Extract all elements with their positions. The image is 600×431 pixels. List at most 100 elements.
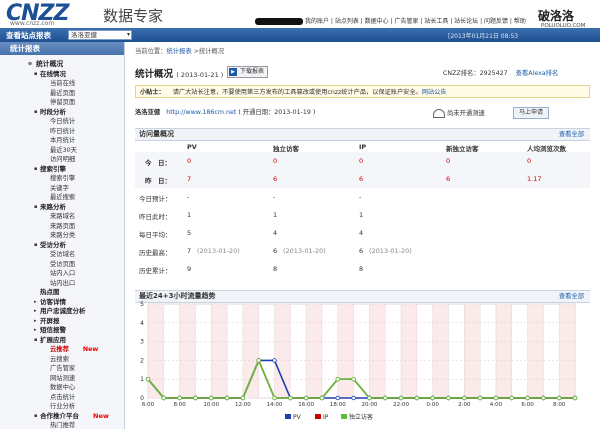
column-header: PV [187,143,197,151]
page-title: 统计概况 ( 2013-01-21 ) [135,66,223,80]
tree-toggle-icon[interactable]: ▪ [34,412,37,422]
data-point [493,395,499,401]
sidebar-item[interactable]: 受访域名 [0,250,124,260]
sidebar-item[interactable]: 热门推荐 [0,421,124,431]
x-tick-label: 6:00 [521,402,534,408]
table-cell-nuv: 6 [446,175,451,183]
nav-bar: 查看站点报表 洛洛亚健 ▾ [2013年01月21日 08:53 [0,28,600,42]
x-tick-label: 8:00 [553,402,566,408]
table-cell-ip: 8 [359,265,364,273]
sidebar-item[interactable]: 关键字 [0,184,124,194]
breadcrumb-link[interactable]: 统计报表 [166,48,191,55]
y-tick-label: 5 [140,301,144,308]
sidebar-item[interactable]: 停留页面 [0,98,124,108]
sidebar-item[interactable]: 访问明细 [0,155,124,165]
sidebar-item[interactable]: ▪ 在线情况 [0,70,124,80]
row-label: 昨日此时： [139,213,172,221]
sidebar-item[interactable]: 热点图 [0,288,124,298]
sidebar-item[interactable]: ▸ 用户忠诚度分析 [0,307,124,317]
download-report-button[interactable]: ▶ 下载报表 [227,66,269,78]
sidebar-item[interactable]: ▸ 开屏报 [0,317,124,327]
table-cell-ip: 4 [359,229,364,237]
column-header: IP [359,143,367,151]
apply-now-button[interactable]: 马上申请 [513,107,550,119]
sidebar-item[interactable]: 当前在线 [0,79,124,89]
sidebar-item[interactable]: ▪ 搜索引擎 [0,165,124,175]
overview-view-all-link[interactable]: 查看全部 [559,129,584,140]
sidebar-item[interactable]: ▪ 受访分析 [0,241,124,251]
sidebar-item[interactable]: 搜索引擎 [0,174,124,184]
top-links-text[interactable]: 我的账户 | 站点列表 | 数据中心 | 广告管家 | 站长工具 | 站长论坛 … [305,18,526,25]
sidebar-item[interactable]: 云推荐 New [0,345,124,355]
breadcrumb-prefix: 当前位置： [135,48,167,55]
sidebar-item[interactable]: 点击统计 [0,393,124,403]
row-label: 历史最高： [139,249,172,257]
top-links[interactable]: 我的账户 | 站点列表 | 数据中心 | 广告管家 | 站长工具 | 站长论坛 … [255,16,526,25]
row-label: 每日平均： [139,231,172,239]
site-select[interactable]: 洛洛亚健 ▾ [68,30,132,40]
data-point [224,395,230,401]
sidebar-item[interactable]: 受访页面 [0,260,124,270]
alexa-rank-link[interactable]: 查看Alexa排名 [516,70,559,77]
table-cell-pv: 1 [187,211,192,219]
sidebar-item[interactable]: 网站测速 [0,374,124,384]
sidebar-item[interactable]: 行业分析 [0,402,124,412]
data-point [509,395,514,401]
tree-toggle-icon[interactable]: ▸ [34,326,37,336]
sidebar-item[interactable]: 站内出口 [0,279,124,289]
logo-title: 数据专家 [103,7,164,25]
sidebar-item-label: 受访分析 [40,240,66,249]
announcement-link[interactable]: 网站公告 [422,89,447,96]
sidebar-item-label: 搜索引擎 [50,175,76,182]
sidebar-item[interactable]: 昨日统计 [0,127,124,137]
sidebar-item[interactable]: ⊖ 统计概况 [0,60,124,70]
tree-toggle-icon[interactable]: ▸ [34,298,37,308]
sidebar-item-label: 时段分析 [40,107,66,116]
sidebar-item[interactable]: 最近30天 [0,146,124,156]
data-point [462,395,467,401]
data-point [319,395,325,401]
sidebar-item[interactable]: 来路域名 [0,212,124,222]
tree-toggle-icon[interactable]: ▪ [34,108,37,118]
y-tick-label: 1 [140,376,144,383]
sidebar-item[interactable]: 数据中心 [0,383,124,393]
sidebar-item[interactable]: ▸ 短信报警 [0,326,124,336]
sidebar-item[interactable]: 来路页面 [0,222,124,232]
sidebar-item[interactable]: ▸ 访客详情 [0,298,124,308]
sidebar-item-label: 来路分析 [40,202,66,211]
sidebar-item[interactable]: 站内入口 [0,269,124,279]
tree-toggle-icon[interactable]: ▸ [34,317,37,327]
tree-toggle-icon[interactable]: ▪ [34,70,37,80]
grid-band [369,304,386,398]
sidebar-item[interactable]: 最近搜索 [0,193,124,203]
sidebar-item[interactable]: ▪ 扩展应用 [0,336,124,346]
sidebar-item[interactable]: 最近页面 [0,89,124,99]
data-point [351,376,356,382]
sidebar-item[interactable]: 今日统计 [0,117,124,127]
tree-toggle-icon[interactable]: ▸ [34,307,37,317]
sidebar-item[interactable]: ▪ 合作推介平台 New [0,412,124,422]
row-label: 今 日： [145,159,171,167]
tree-toggle-icon[interactable]: ▪ [34,241,37,251]
tree-toggle-icon[interactable]: ▪ [34,336,37,346]
sidebar-item[interactable]: ▪ 时段分析 [0,108,124,118]
site-url-link[interactable]: http://www.186cm.net [166,109,236,116]
sidebar-item[interactable]: ▪ 来路分析 [0,203,124,213]
sidebar-item[interactable]: 来路分类 [0,231,124,241]
record-date: (2013-01-20) [283,247,326,255]
x-tick-label: 16:00 [298,402,314,408]
tree-toggle-icon[interactable]: ▪ [34,203,37,213]
sidebar-item-label: 热点图 [40,288,60,296]
logo-subtitle: www.cnzz.com [10,20,55,27]
sidebar-item[interactable]: 云搜索 [0,355,124,365]
overview-panel-header: 访问量概况 查看全部 [135,128,590,141]
tree-toggle-icon[interactable]: ▪ [34,165,37,175]
tip-banner: 小贴士： 请广大站长注意，不要使用第三方发布的工具篡改或使用cnzz统计产品，以保… [135,85,590,98]
table-cell-pv: 9 [187,265,192,273]
grid-band [179,304,196,398]
sidebar-item-label: 热门推荐 [50,422,76,429]
tree-toggle-icon[interactable]: ⊖ [28,60,32,70]
sidebar-item[interactable]: 广告管家 [0,364,124,374]
sidebar-item[interactable]: 本月统计 [0,136,124,146]
legend-label: IP [323,414,329,421]
